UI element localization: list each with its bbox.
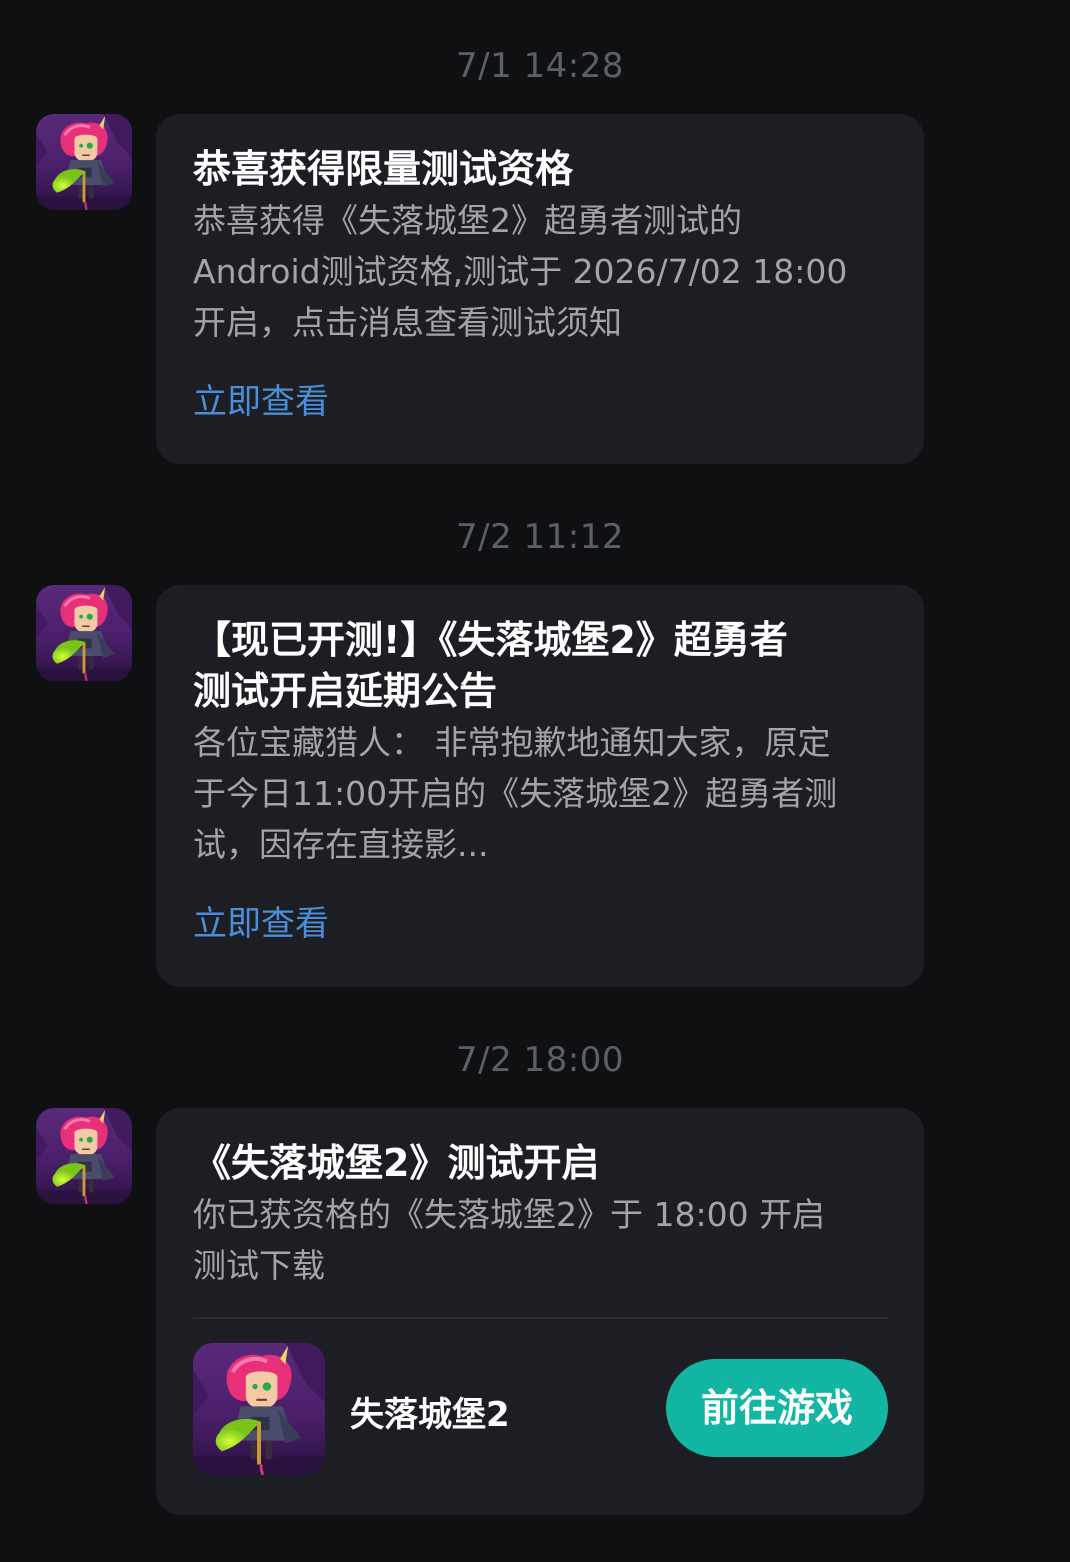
message-timestamp: 7/2 11:12: [455, 517, 624, 557]
message-card[interactable]: 恭喜获得限量测试资格 恭喜获得《失落城堡2》超勇者测试的 Android测试资格…: [156, 114, 924, 464]
message-body: 恭喜获得《失落城堡2》超勇者测试的 Android测试资格,测试于 2026/7…: [193, 201, 848, 342]
game-avatar-icon[interactable]: [36, 114, 132, 210]
message-title: 恭喜获得限量测试资格: [193, 147, 574, 191]
game-app-icon[interactable]: [193, 1343, 325, 1475]
message-body: 各位宝藏猎人： 非常抱歉地通知大家，原定 于今日11:00开启的《失落城堡2》超…: [193, 723, 838, 864]
game-avatar-icon[interactable]: [36, 1108, 132, 1204]
go-to-game-button[interactable]: 前往游戏: [666, 1359, 888, 1457]
game-name: 失落城堡2: [350, 1395, 510, 1435]
message-timestamp: 7/1 14:28: [455, 46, 624, 86]
view-now-link[interactable]: 立即查看: [193, 374, 329, 423]
message-card[interactable]: 【现已开测!】《失落城堡2》超勇者 测试开启延期公告 各位宝藏猎人： 非常抱歉地…: [156, 585, 924, 987]
message-card[interactable]: 《失落城堡2》测试开启 你已获资格的《失落城堡2》于 18:00 开启 测试下载…: [156, 1108, 924, 1515]
message-body: 你已获资格的《失落城堡2》于 18:00 开启 测试下载: [193, 1195, 826, 1285]
message-timestamp: 7/2 18:00: [455, 1040, 624, 1080]
message-title: 《失落城堡2》测试开启: [193, 1141, 600, 1185]
message-feed: 7/1 14:28 恭喜获得限量测试资格 恭喜获得《失落城堡2》超勇者测试的 A…: [0, 0, 1070, 1562]
game-avatar-icon[interactable]: [36, 585, 132, 681]
view-now-link[interactable]: 立即查看: [193, 896, 329, 945]
game-row[interactable]: 失落城堡2 前往游戏: [193, 1319, 888, 1509]
message-title: 【现已开测!】《失落城堡2》超勇者 测试开启延期公告: [193, 618, 788, 713]
